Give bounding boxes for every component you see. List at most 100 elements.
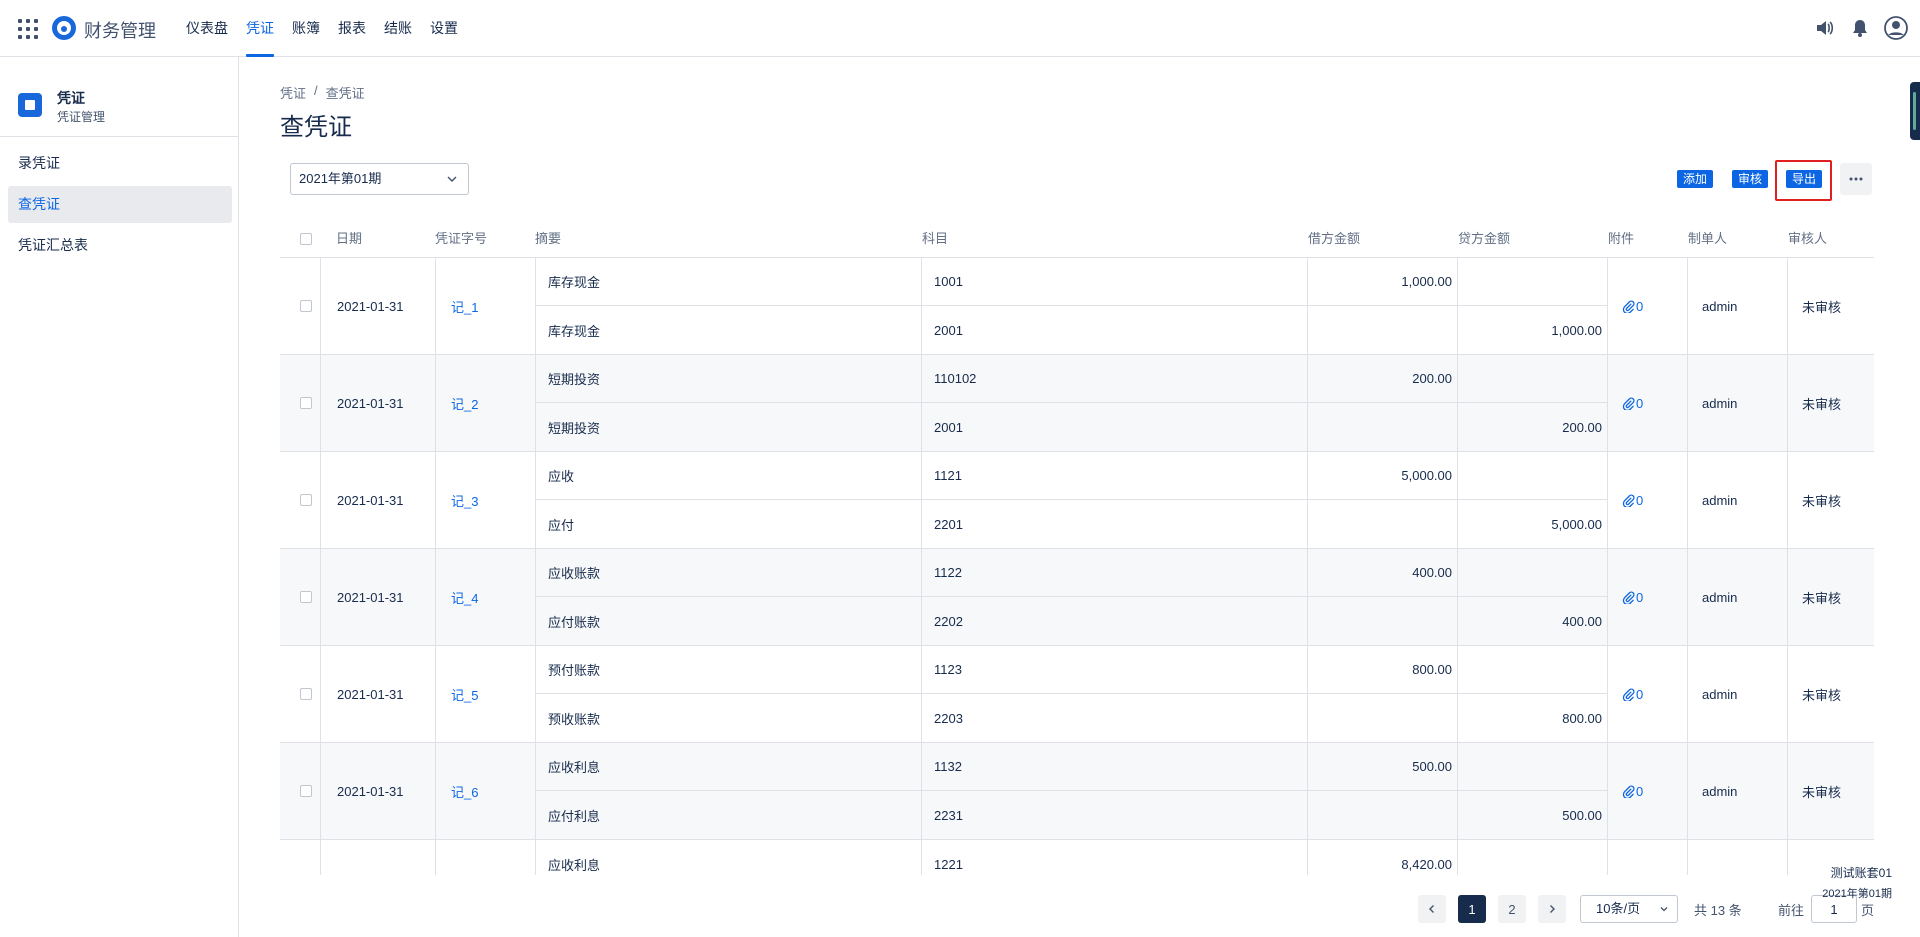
credit-value [1458, 549, 1608, 597]
debit-column-cell: 1,000.00 [1307, 258, 1458, 354]
auditor-cell: 未审核 [1787, 355, 1874, 451]
row-select-cell[interactable] [280, 840, 320, 875]
breadcrumb-current: 查凭证 [325, 86, 365, 101]
summary-column-cell: 预付账款 预收账款 [535, 646, 922, 742]
summary-value: 应付利息 [548, 808, 601, 824]
breadcrumb-root[interactable]: 凭证 [280, 83, 306, 102]
account-column-cell: 1221 [921, 840, 1307, 875]
row-checkbox[interactable] [300, 688, 312, 700]
nav-item-settings[interactable]: 设置 [421, 0, 467, 57]
debit-value: 5,000.00 [1308, 452, 1458, 500]
audit-button[interactable]: 审核 [1732, 170, 1769, 188]
bell-icon[interactable] [1848, 16, 1872, 40]
logo-icon [52, 16, 76, 40]
voucher-no-cell: 记_6 [435, 743, 535, 839]
row-select-cell[interactable] [280, 258, 320, 354]
add-button[interactable]: 添加 [1677, 170, 1714, 188]
account-value: 2202 [934, 613, 963, 629]
attachment-link[interactable]: 0 [1622, 493, 1643, 508]
nav-item-reports[interactable]: 报表 [329, 0, 375, 57]
chevron-right-icon [1550, 905, 1555, 913]
voucher-no-link[interactable]: 记_6 [451, 782, 478, 801]
user-avatar-icon[interactable] [1884, 16, 1908, 40]
chevron-down-icon [447, 176, 457, 182]
debit-value: 1,000.00 [1308, 258, 1458, 306]
attachment-link[interactable]: 0 [1622, 299, 1643, 314]
table-row: 2021-01-31 记_4 应收账款 应付账款 1122 2202 400.00 400.0… [280, 549, 1874, 646]
credit-value [1458, 840, 1608, 875]
attachment-link[interactable]: 0 [1622, 396, 1643, 411]
voucher-no-link[interactable]: 记_2 [451, 394, 478, 413]
debit-value: 8,420.00 [1401, 856, 1452, 872]
table-header: 日期 凭证字号 摘要 科目 借方金额 贷方金额 附件 制单人 审核人 [280, 220, 1874, 258]
page-button-1[interactable]: 1 [1458, 895, 1486, 923]
row-checkbox[interactable] [300, 397, 312, 409]
paperclip-icon [1622, 493, 1635, 507]
date-cell: 2021-01-31 [320, 646, 435, 742]
auditor-cell: 未审核 [1787, 743, 1874, 839]
row-checkbox[interactable] [300, 591, 312, 603]
period-select[interactable]: 2021年第01期 [290, 163, 469, 195]
table-row: 2021-01-31 记_3 应收 应付 1121 2201 5,000.00 5,000.0… [280, 452, 1874, 549]
row-checkbox[interactable] [300, 785, 312, 797]
next-page-button[interactable] [1538, 895, 1566, 923]
debit-value: 200.00 [1308, 355, 1458, 403]
summary-column-cell: 应收利息 应付利息 [535, 743, 922, 839]
sidebar-item-query-voucher[interactable]: 查凭证 [8, 186, 232, 223]
account-value: 2201 [934, 516, 963, 532]
voucher-no-cell: 记_5 [435, 646, 535, 742]
debit-value [1308, 403, 1458, 451]
nav-item-ledger[interactable]: 账簿 [283, 0, 329, 57]
row-select-cell[interactable] [280, 743, 320, 839]
breadcrumb: 凭证 / 查凭证 [280, 83, 365, 102]
credit-value [1458, 258, 1608, 306]
row-checkbox[interactable] [300, 494, 312, 506]
row-select-cell[interactable] [280, 452, 320, 548]
select-all-checkbox[interactable] [300, 233, 312, 245]
nav-item-voucher[interactable]: 凭证 [237, 0, 283, 57]
debit-value: 400.00 [1308, 549, 1458, 597]
more-actions-button[interactable] [1840, 163, 1872, 195]
header-select-all[interactable] [280, 220, 320, 258]
summary-column-cell: 库存现金 库存现金 [535, 258, 922, 354]
row-select-cell[interactable] [280, 355, 320, 451]
nav-item-dashboard[interactable]: 仪表盘 [177, 0, 237, 57]
speaker-icon[interactable] [1812, 16, 1836, 40]
page-button-2[interactable]: 2 [1498, 895, 1526, 923]
credit-value [1458, 646, 1608, 694]
attachment-link[interactable]: 0 [1622, 687, 1643, 702]
debit-value [1308, 597, 1458, 645]
attachment-cell [1607, 840, 1687, 875]
attachment-link[interactable]: 0 [1622, 784, 1643, 799]
credit-column-cell: 200.00 [1457, 355, 1608, 451]
nav-item-closing[interactable]: 结账 [375, 0, 421, 57]
date-cell: 2021-01-31 [320, 743, 435, 839]
export-button[interactable]: 导出 [1786, 170, 1823, 188]
attachment-count: 0 [1636, 783, 1644, 799]
attachment-link[interactable]: 0 [1622, 590, 1643, 605]
side-drawer-handle[interactable] [1910, 82, 1920, 140]
voucher-no-link[interactable]: 记_1 [451, 297, 478, 316]
paperclip-icon [1622, 299, 1635, 313]
summary-value: 应收账款 [536, 549, 922, 597]
account-set-info: 测试账套01 2021年第01期 [1822, 864, 1892, 901]
sidebar-item-enter-voucher[interactable]: 录凭证 [8, 145, 232, 182]
account-column-cell: 1122 2202 [921, 549, 1308, 645]
page-size-select[interactable]: 10条/页 [1580, 895, 1678, 923]
date-cell: 2021-01-31 [320, 355, 435, 451]
sidebar-item-voucher-summary[interactable]: 凭证汇总表 [8, 227, 232, 264]
auditor-cell: 未审核 [1787, 258, 1874, 354]
voucher-no-link[interactable]: 记_4 [451, 588, 478, 607]
row-select-cell[interactable] [280, 646, 320, 742]
app-switcher-icon[interactable] [18, 19, 38, 39]
voucher-no-link[interactable]: 记_5 [451, 685, 478, 704]
voucher-no-cell: 记_4 [435, 549, 535, 645]
row-checkbox[interactable] [300, 300, 312, 312]
row-select-cell[interactable] [280, 549, 320, 645]
attachment-cell: 0 [1607, 549, 1687, 645]
sidebar-subtitle: 凭证管理 [57, 110, 106, 124]
prev-page-button[interactable] [1418, 895, 1446, 923]
summary-value: 预收账款 [548, 711, 601, 727]
debit-column-cell: 8,420.00 [1307, 840, 1457, 875]
voucher-no-link[interactable]: 记_3 [451, 491, 478, 510]
